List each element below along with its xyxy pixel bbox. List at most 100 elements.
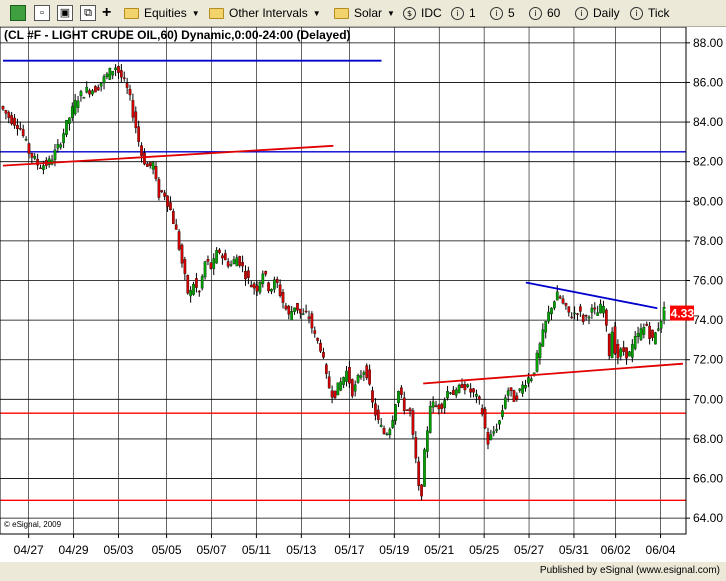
- candle-body: [385, 433, 389, 436]
- candle-body: [249, 284, 253, 288]
- candle-body: [472, 388, 475, 393]
- x-tick-label: 05/11: [242, 543, 271, 557]
- candle-body: [576, 313, 579, 315]
- interval-5-button[interactable]: i5: [490, 3, 515, 23]
- chart-style-button[interactable]: [10, 3, 26, 23]
- daily-button[interactable]: i Daily: [575, 3, 620, 23]
- interval-60-label: 60: [547, 6, 561, 20]
- candle-body: [157, 179, 161, 198]
- candle-body: [651, 329, 654, 338]
- candle-body: [151, 162, 155, 170]
- candle-body: [426, 430, 429, 452]
- candle-body: [379, 424, 383, 427]
- y-tick-label: 66.00: [693, 472, 723, 486]
- solar-menu[interactable]: Solar ▼: [334, 3, 395, 23]
- folder-icon: [334, 7, 349, 19]
- candle-body: [391, 420, 395, 428]
- candle-body: [120, 70, 123, 78]
- candle-body: [189, 290, 192, 297]
- y-tick-label: 78.00: [693, 234, 723, 248]
- candle-body: [27, 143, 31, 154]
- candle-body: [88, 90, 91, 95]
- candle-body: [457, 384, 461, 393]
- candle-body: [310, 313, 314, 329]
- candle-body: [501, 410, 504, 417]
- candle-body: [270, 288, 273, 292]
- layout-button[interactable]: ▣: [57, 3, 73, 23]
- last-price-label: 74.33: [664, 307, 694, 321]
- copy-button[interactable]: ⧉: [80, 3, 96, 23]
- candle-body: [212, 258, 216, 269]
- candle-body: [489, 434, 493, 440]
- candle-body: [102, 76, 106, 84]
- candle-body: [642, 326, 646, 335]
- chart-background: [0, 27, 726, 562]
- idc-button[interactable]: $ IDC: [403, 3, 442, 23]
- candle-body: [322, 352, 325, 358]
- candle-body: [301, 313, 305, 315]
- add-icon[interactable]: +: [102, 3, 111, 23]
- candle-body: [596, 312, 600, 316]
- candle-body: [509, 387, 513, 392]
- candle-body: [30, 153, 34, 158]
- candle-body: [359, 375, 363, 378]
- candle-body: [229, 264, 233, 266]
- tick-button[interactable]: i Tick: [630, 3, 670, 23]
- candle-body: [73, 99, 77, 115]
- candle-body: [336, 382, 340, 396]
- candle-body: [7, 112, 11, 118]
- candle-body: [610, 331, 614, 359]
- price-chart[interactable]: 64.00 66.00 68.00 70.00 72.00 74.00 76.00 78.00…: [0, 27, 726, 562]
- candle-body: [192, 283, 195, 295]
- candle-body: [463, 384, 467, 391]
- candle-body: [68, 117, 71, 124]
- candle-body: [374, 403, 377, 416]
- other-intervals-menu[interactable]: Other Intervals ▼: [209, 3, 321, 23]
- candle-body: [411, 410, 415, 435]
- candle-body: [604, 309, 608, 326]
- candle-body: [183, 259, 187, 274]
- candle-body: [550, 307, 553, 315]
- candle-body: [544, 321, 548, 333]
- candle-body: [449, 392, 452, 394]
- x-tick-label: 04/27: [14, 543, 44, 557]
- candle-body: [350, 379, 354, 397]
- candle-body: [145, 163, 149, 167]
- candle-body: [91, 90, 94, 95]
- candle-body: [521, 384, 524, 394]
- candle-body: [313, 330, 317, 334]
- candle-body: [1, 106, 5, 110]
- candle-body: [324, 364, 328, 374]
- candle-body: [460, 384, 464, 388]
- candle-body: [131, 100, 135, 118]
- interval-60-button[interactable]: i 60: [529, 3, 560, 23]
- candle-body: [122, 77, 126, 79]
- candle-body: [94, 86, 97, 93]
- interval-icon: i: [529, 6, 542, 20]
- candle-body: [143, 152, 146, 165]
- candle-body: [466, 384, 470, 388]
- candle-body: [209, 262, 213, 269]
- candle-body: [39, 167, 42, 170]
- candle-body: [339, 381, 343, 391]
- equities-menu[interactable]: Equities ▼: [124, 3, 200, 23]
- candle-body: [117, 66, 120, 73]
- interval-1-button[interactable]: i1: [451, 3, 476, 23]
- candle-body: [261, 273, 265, 285]
- candle-body: [402, 397, 406, 411]
- candle-body: [267, 282, 270, 292]
- candle-body: [273, 279, 276, 290]
- interval-1-label: 1: [469, 6, 476, 20]
- candle-body: [535, 352, 539, 372]
- candle-body: [469, 388, 473, 393]
- dollar-icon: $: [403, 6, 416, 20]
- candle-body: [573, 312, 576, 315]
- candle-body: [319, 342, 322, 352]
- dropdown-arrow-icon: ▼: [191, 8, 200, 18]
- candle-body: [558, 296, 562, 299]
- candle-body: [408, 408, 412, 412]
- candle-body: [218, 249, 221, 253]
- new-window-button[interactable]: ▫: [34, 3, 50, 23]
- idc-label: IDC: [421, 6, 442, 20]
- candle-body: [570, 316, 574, 319]
